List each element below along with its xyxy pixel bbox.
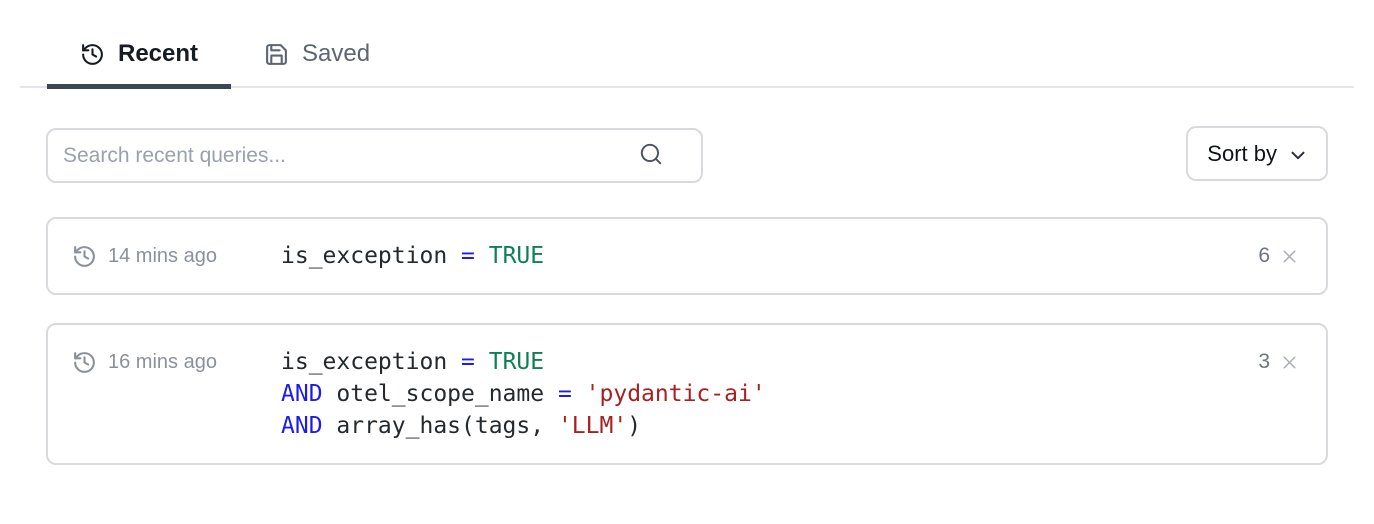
tab-recent[interactable]: Recent — [47, 40, 231, 89]
controls-row: Sort by — [46, 126, 1328, 181]
code-token-ident: is_exception — [281, 243, 461, 269]
search-icon[interactable] — [638, 141, 664, 167]
tab-saved-label: Saved — [302, 40, 370, 68]
query-meta: 16 mins ago — [72, 346, 281, 378]
history-icon — [80, 42, 105, 67]
query-row[interactable]: 16 mins ago is_exception = TRUE AND otel_… — [46, 323, 1328, 465]
sort-by-label: Sort by — [1207, 141, 1277, 167]
code-token-ident: otel_scope_name — [323, 381, 558, 407]
code-token-ident: is_exception — [281, 349, 461, 375]
code-token-const: TRUE — [489, 243, 544, 269]
code-token-str: 'pydantic-ai' — [586, 381, 766, 407]
history-icon — [72, 350, 97, 375]
sort-by-button[interactable]: Sort by — [1186, 126, 1328, 181]
query-list: 14 mins ago is_exception = TRUE 6 16 m — [46, 217, 1328, 465]
search-input[interactable] — [46, 128, 703, 183]
chevron-down-icon — [1287, 144, 1309, 166]
tabs-bar: Recent Saved — [20, 20, 1354, 88]
code-token-kw: = — [461, 243, 489, 269]
query-count-group: 3 — [1246, 346, 1326, 378]
code-token-ident: ) — [627, 413, 641, 439]
query-count-group: 6 — [1246, 240, 1326, 272]
code-token-kw: AND — [281, 381, 323, 407]
query-code: is_exception = TRUE AND otel_scope_name =… — [281, 346, 766, 442]
code-token-const: TRUE — [489, 349, 544, 375]
tab-recent-label: Recent — [118, 40, 198, 68]
query-meta: 14 mins ago — [72, 240, 281, 272]
code-token-kw: AND — [281, 413, 323, 439]
save-icon — [264, 42, 289, 67]
query-timestamp: 14 mins ago — [108, 245, 217, 268]
query-code: is_exception = TRUE — [281, 240, 544, 272]
code-token-kw: = — [461, 349, 489, 375]
search-box — [46, 128, 683, 179]
code-token-kw: = — [558, 381, 586, 407]
query-row[interactable]: 14 mins ago is_exception = TRUE 6 — [46, 217, 1328, 295]
query-use-count: 3 — [1258, 350, 1270, 374]
close-icon[interactable] — [1277, 350, 1302, 375]
query-use-count: 6 — [1258, 244, 1270, 268]
code-token-ident: array_has(tags, — [323, 413, 558, 439]
close-icon[interactable] — [1277, 244, 1302, 269]
history-icon — [72, 244, 97, 269]
code-token-str: 'LLM' — [558, 413, 627, 439]
tab-saved[interactable]: Saved — [231, 40, 403, 89]
query-timestamp: 16 mins ago — [108, 351, 217, 374]
recent-queries-panel: Sort by 14 mins ago is_exception = TRUE … — [46, 126, 1328, 465]
